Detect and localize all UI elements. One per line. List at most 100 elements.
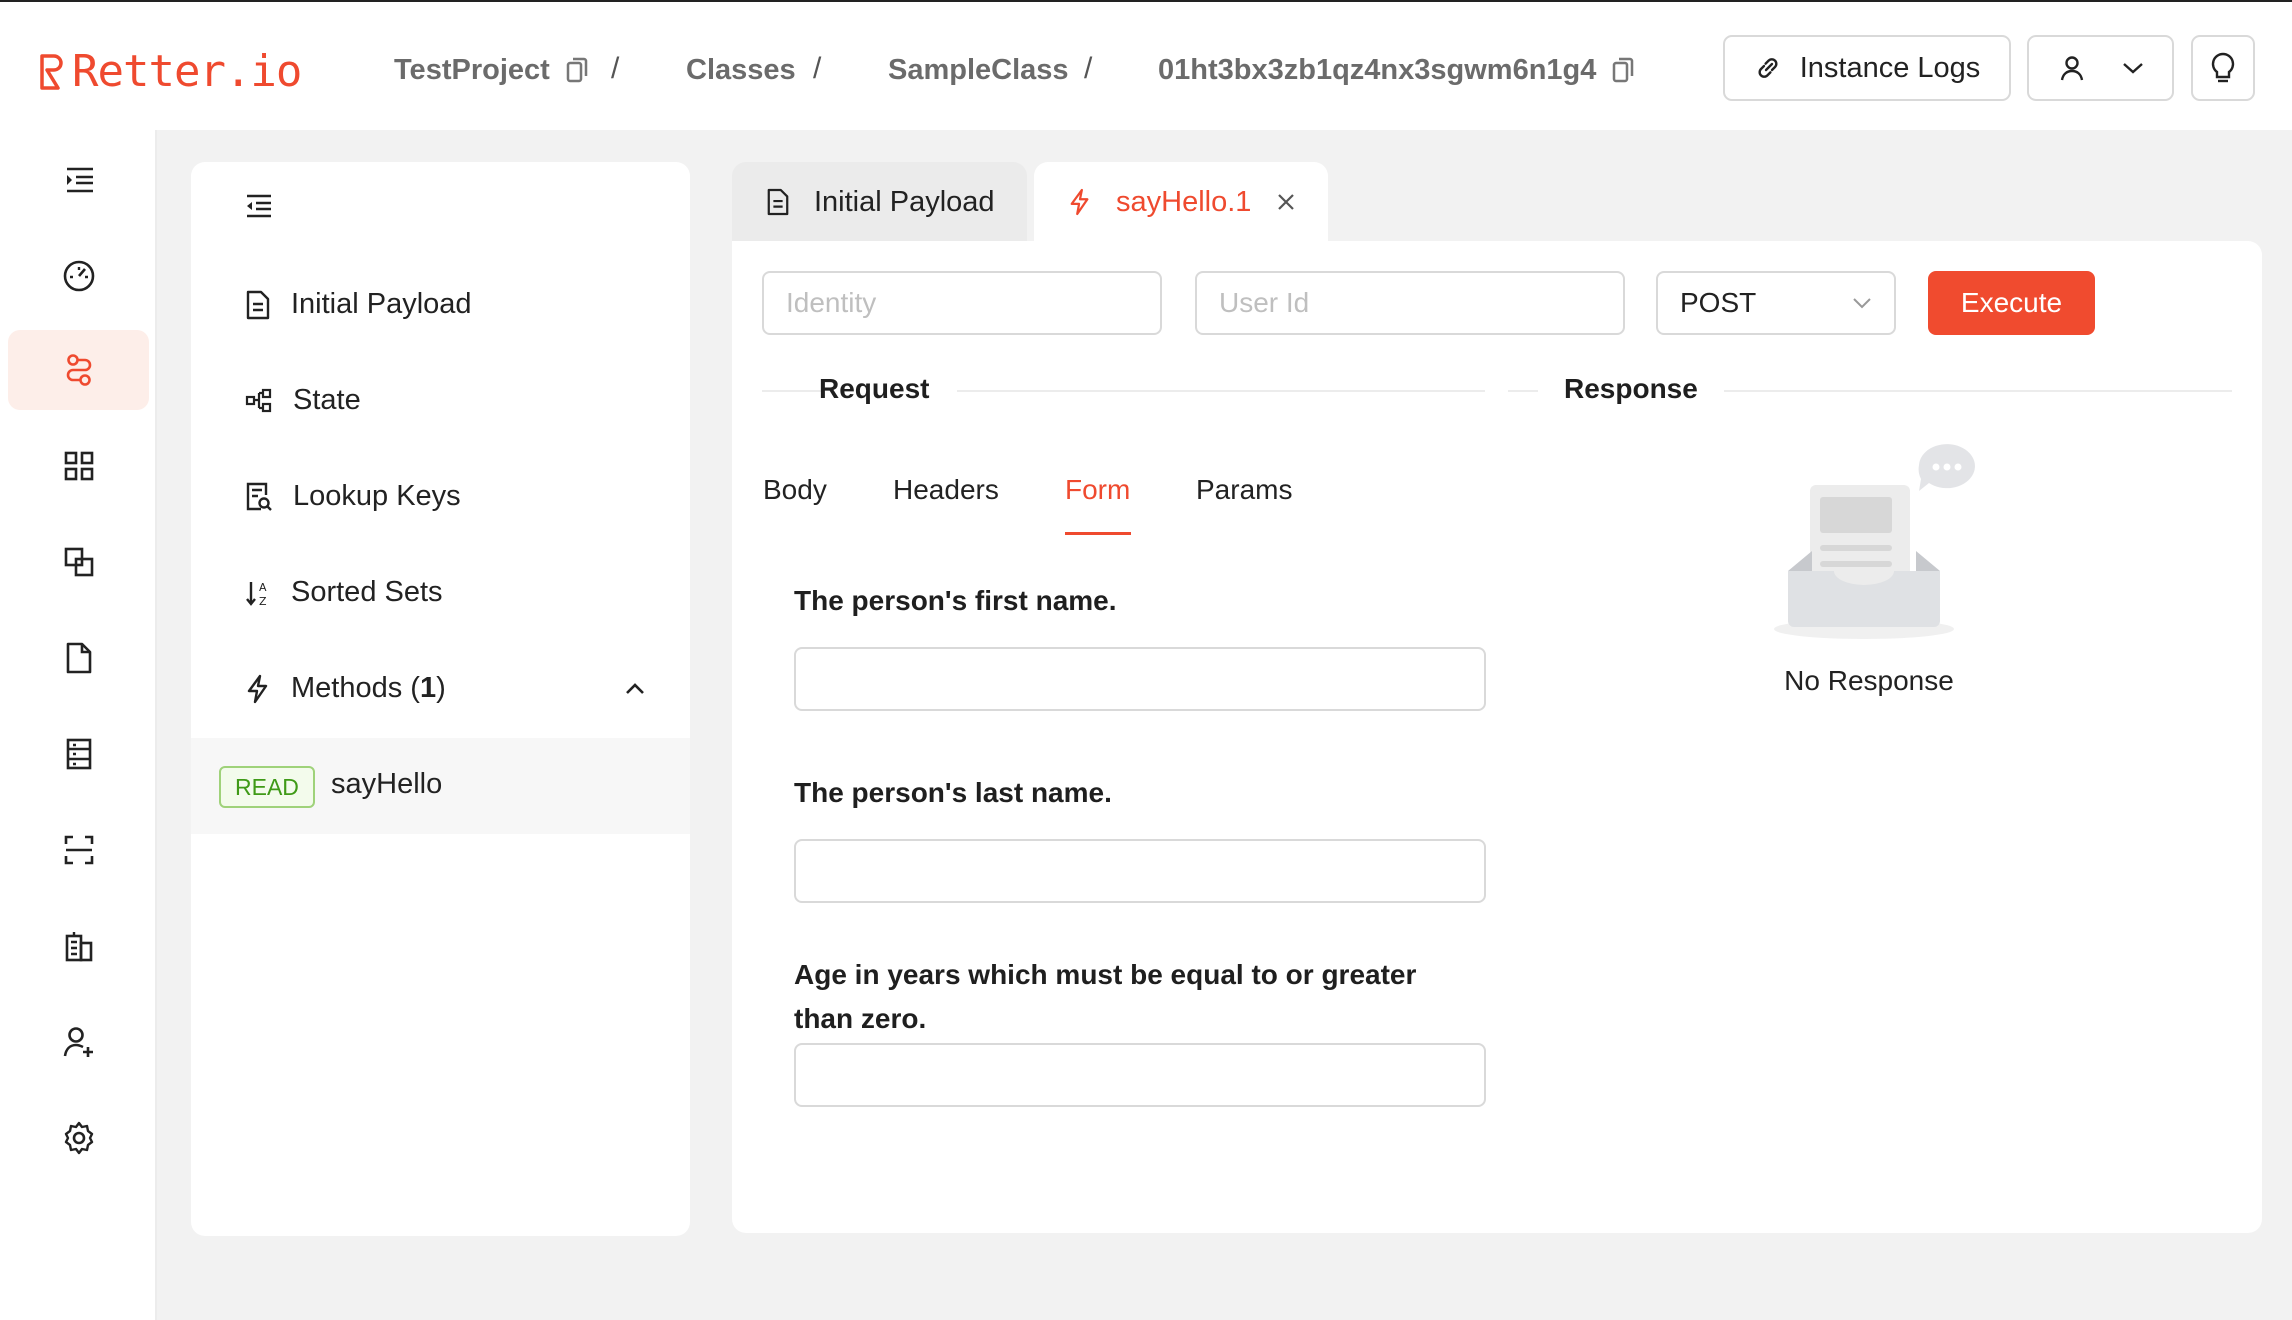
response-title: Response [1564,373,1698,404]
panel-item-state[interactable]: State [245,384,361,417]
building-icon [65,932,92,962]
user-add-icon [63,1027,93,1057]
methods-count: 1 [419,672,437,704]
instances-icon [64,547,93,577]
state-tree-icon [245,388,272,412]
dashboard-icon [63,260,94,292]
breadcrumb-separator: / [1084,52,1093,85]
panel-methods-group[interactable]: Methods (1) [245,672,645,705]
last-name-input[interactable] [794,839,1486,903]
execute-button[interactable]: Execute [1928,271,2095,335]
panel-item-label: Lookup Keys [293,480,461,512]
tab-sayhello[interactable]: sayHello.1 [1034,162,1328,242]
subtab-params[interactable]: Params [1196,474,1292,506]
svg-text:A: A [259,581,267,594]
breadcrumb-classes[interactable]: Classes [686,54,796,87]
rail-scan[interactable] [8,810,149,890]
collapse-panel-button[interactable] [245,194,273,218]
copy-icon[interactable] [1612,57,1634,85]
last-name-label: The person's last name. [794,777,1112,808]
empty-inbox-illustration [1774,441,1994,641]
tab-label: Initial Payload [814,185,995,218]
http-method-value: POST [1680,287,1757,318]
breadcrumb-separator: / [813,52,822,85]
document-icon [246,290,270,319]
breadcrumb-separator: / [611,52,620,85]
breadcrumb-class[interactable]: SampleClass [888,54,1069,87]
breadcrumb-project[interactable]: TestProject [394,54,588,87]
logo-text: Retter.io [72,46,302,97]
panel-item-sorted-sets[interactable]: AZ Sorted Sets [245,576,443,609]
subtab-form[interactable]: Form [1065,474,1130,506]
scan-icon [64,835,93,865]
top-bar: Retter.io TestProject / Classes / Sample… [0,0,2292,130]
divider [957,390,1485,392]
tab-initial-payload[interactable]: Initial Payload [732,162,1027,242]
apps-icon [64,451,93,481]
lightning-icon [1070,188,1089,216]
breadcrumb-class-label: SampleClass [888,54,1069,86]
subtab-body[interactable]: Body [763,474,827,506]
rail-settings[interactable] [8,1098,149,1178]
breadcrumb-project-label: TestProject [394,54,550,86]
link-icon [1758,58,1778,78]
empty-inbox-icon [1774,444,1975,639]
tips-button[interactable] [2191,35,2255,101]
method-item-sayhello[interactable]: READ sayHello [191,738,690,834]
copy-icon[interactable] [566,57,588,85]
no-response-text: No Response [1784,665,1954,696]
settings-icon [64,1121,93,1155]
instance-logs-button[interactable]: Instance Logs [1723,35,2011,101]
divider [1508,390,1538,392]
user-id-input[interactable]: User Id [1195,271,1625,335]
breadcrumb-instance-label: 01ht3bx3zb1qz4nx3sgwm6n1g4 [1158,54,1597,86]
rail-files[interactable] [8,618,149,698]
user-icon [2060,56,2083,81]
expand-menu-icon [66,167,93,193]
panel-item-label: Sorted Sets [291,576,443,608]
retter-logo-icon [40,53,63,90]
panel-item-label: State [293,384,361,416]
method-execution-panel: Identity User Id POST Execute Request Re… [732,241,2262,1233]
user-menu-button[interactable] [2027,35,2174,101]
rail-organization[interactable] [8,906,149,986]
instance-logs-label: Instance Logs [1799,51,1981,84]
identity-input[interactable]: Identity [762,271,1162,335]
app-logo[interactable]: Retter.io [38,46,302,97]
read-badge: READ [219,766,315,808]
rail-classes[interactable] [8,330,149,410]
lookup-icon [246,482,272,511]
chevron-up-icon [626,683,644,694]
request-title: Request [819,373,930,404]
age-label: Age in years which must be equal to or g… [794,959,1417,1034]
collapse-menu-icon [247,194,271,218]
chevron-down-icon [2122,63,2143,74]
panel-item-initial-payload[interactable]: Initial Payload [245,288,472,321]
rail-apps[interactable] [8,426,149,506]
panel-item-lookup-keys[interactable]: Lookup Keys [245,480,461,513]
methods-label: Methods [291,672,403,704]
file-icon [66,642,91,674]
age-input[interactable] [794,1043,1486,1107]
rail-expand-button[interactable] [8,140,149,220]
rail-dashboard[interactable] [8,236,149,316]
methods-count-close: ) [436,672,446,704]
methods-collapse-toggle[interactable] [625,682,645,696]
chevron-down-icon [1853,298,1871,309]
rail-users[interactable] [8,1002,149,1082]
first-name-label: The person's first name. [794,585,1117,616]
http-method-select[interactable]: POST [1656,271,1896,335]
breadcrumb-instance[interactable]: 01ht3bx3zb1qz4nx3sgwm6n1g4 [1158,54,1634,87]
first-name-input[interactable] [794,647,1486,711]
rail-database[interactable] [8,714,149,794]
subtab-headers[interactable]: Headers [893,474,999,506]
divider [1724,390,2232,392]
class-navigation-panel: Initial Payload State Lookup Keys AZ Sor… [191,162,690,1236]
lightning-icon [247,674,268,703]
lightbulb-icon [2211,52,2235,83]
active-subtab-indicator [1065,532,1131,535]
tab-label: sayHello.1 [1116,185,1252,218]
rail-instances[interactable] [8,522,149,602]
svg-text:Z: Z [259,595,267,607]
close-icon[interactable] [1277,193,1295,211]
